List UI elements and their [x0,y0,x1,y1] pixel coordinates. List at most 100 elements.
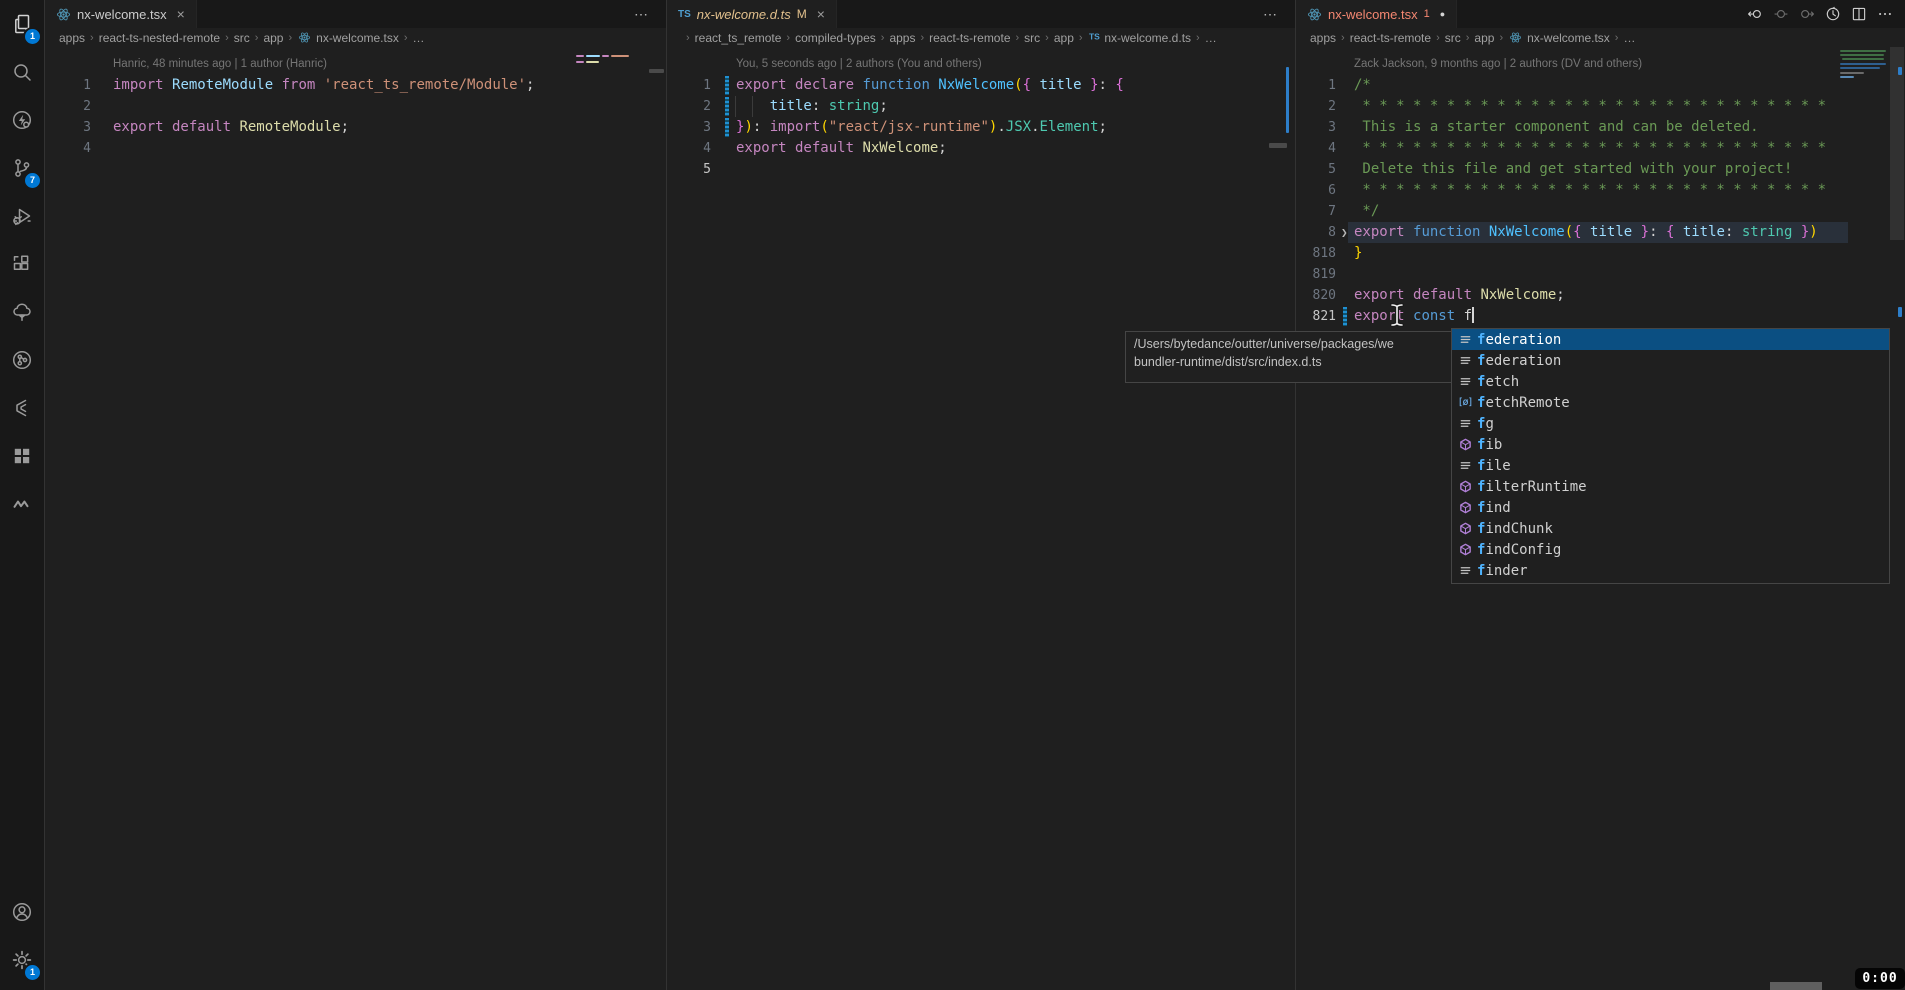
tab-overflow-button[interactable]: ⋯ [1245,6,1296,23]
code-line[interactable]: 5 [667,159,1296,180]
suggestion-item[interactable]: federation [1452,329,1889,350]
code-line[interactable]: 4 [45,138,667,159]
activity-item-extensions[interactable] [0,240,44,288]
suggestion-text: ile [1485,458,1510,474]
suggestion-item[interactable]: fg [1452,413,1889,434]
token-cmt: This is a starter component and can be d… [1354,119,1759,135]
activity-item-git-graph[interactable] [0,336,44,384]
minimap-segment [649,69,664,73]
breadcrumb-item[interactable]: app [1474,31,1494,45]
code-line[interactable]: 2 [45,96,667,117]
activity-item-zigzag-extension[interactable] [0,480,44,528]
git-blame-lens[interactable]: Zack Jackson, 9 months ago | 2 authors (… [1296,54,1905,75]
breadcrumb-item[interactable]: … [1623,31,1635,45]
close-icon[interactable]: × [817,6,825,22]
symbol-text-icon [1456,417,1474,430]
tab-bar: TSnx-welcome.d.tsM× ⋯ [667,0,1296,28]
activity-item-hexagon-extension[interactable] [0,384,44,432]
activity-item-thunder-client[interactable] [0,96,44,144]
breadcrumb-item[interactable]: react_ts_remote [695,31,782,45]
code-line[interactable]: 1import RemoteModule from 'react_ts_remo… [45,75,667,96]
breadcrumb-item[interactable]: … [1205,31,1217,45]
suggestion-item[interactable]: file [1452,455,1889,476]
timeline-icon[interactable] [1823,5,1842,24]
next-change-icon[interactable] [1797,5,1816,24]
breadcrumb-item[interactable]: apps [1310,31,1336,45]
suggestion-item[interactable]: fetch [1452,371,1889,392]
activity-item-source-control[interactable]: 7 [0,144,44,192]
suggestion-item[interactable]: [ø]fetchRemote [1452,392,1889,413]
prev-change-icon[interactable] [1745,5,1764,24]
breadcrumb-item[interactable]: TSnx-welcome.d.ts [1088,31,1191,45]
breadcrumb-item[interactable]: nx-welcome.tsx [297,30,399,45]
breadcrumb-item[interactable]: react-ts-nested-remote [99,31,220,45]
suggestion-item[interactable]: federation [1452,350,1889,371]
code-text: export declare function NxWelcome({ titl… [736,75,1124,96]
code-line[interactable]: 1export declare function NxWelcome({ tit… [667,75,1296,96]
code-line[interactable]: 818} [1296,243,1905,264]
breadcrumb-item[interactable]: … [413,31,425,45]
code-line[interactable]: 8❯export function NxWelcome({ title }: {… [1296,222,1905,243]
code-line[interactable]: 3 This is a starter component and can be… [1296,117,1905,138]
editor-toolbar [1745,0,1905,28]
code-line[interactable]: 2 * * * * * * * * * * * * * * * * * * * … [1296,96,1905,117]
breadcrumb-item[interactable]: react-ts-remote [1350,31,1431,45]
code-line[interactable]: 3export default RemoteModule; [45,117,667,138]
activity-item-search[interactable] [0,48,44,96]
activity-item-accounts[interactable] [0,888,44,936]
activity-item-grid-extension[interactable] [0,432,44,480]
token-pun [736,98,770,114]
fold-chevron-icon[interactable]: ❯ [1341,222,1348,243]
compare-changes-icon[interactable] [1771,5,1790,24]
activity-item-run-debug[interactable] [0,192,44,240]
dirty-indicator: ● [1440,9,1445,19]
code-line[interactable]: 4export default NxWelcome; [667,138,1296,159]
suggestion-item[interactable]: fib [1452,434,1889,455]
breadcrumb-label: react-ts-remote [929,31,1010,45]
suggestion-item[interactable]: findConfig [1452,539,1889,560]
code-line[interactable]: 5 Delete this file and get started with … [1296,159,1905,180]
suggestion-item[interactable]: findChunk [1452,518,1889,539]
suggestion-item[interactable]: filterRuntime [1452,476,1889,497]
scrollbar-thumb[interactable] [1890,47,1904,240]
breadcrumb-item[interactable]: apps [59,31,85,45]
code-line[interactable]: 4 * * * * * * * * * * * * * * * * * * * … [1296,138,1905,159]
close-icon[interactable]: × [177,6,185,22]
suggestion-item[interactable]: finder [1452,560,1889,581]
activity-item-settings[interactable]: 1 [0,936,44,984]
suggestion-item[interactable]: find [1452,497,1889,518]
code-line[interactable]: 820export default NxWelcome; [1296,285,1905,306]
breadcrumb-item[interactable]: src [1024,31,1040,45]
tab-nx-welcome.tsx[interactable]: nx-welcome.tsx1● [1296,0,1457,28]
breadcrumb-item[interactable]: react-ts-remote [929,31,1010,45]
tab-nx-welcome.d.ts[interactable]: TSnx-welcome.d.tsM× [667,0,837,28]
git-blame-lens[interactable]: Hanric, 48 minutes ago | 1 author (Hanri… [45,54,667,75]
git-blame-lens[interactable]: You, 5 seconds ago | 2 authors (You and … [667,54,1296,75]
breadcrumb-item[interactable]: compiled-types [795,31,876,45]
suggest-widget: federationfederationfetch[ø]fetchRemotef… [1451,328,1890,584]
code-line[interactable]: 819 [1296,264,1905,285]
tab-nx-welcome.tsx[interactable]: nx-welcome.tsx× [45,0,197,28]
breadcrumb-item[interactable]: nx-welcome.tsx [1508,30,1610,45]
code-line[interactable]: 6 * * * * * * * * * * * * * * * * * * * … [1296,180,1905,201]
code-line[interactable]: 2 title: string; [667,96,1296,117]
line-number: 3 [45,117,91,138]
activity-item-explorer[interactable]: 1 [0,0,44,48]
breadcrumb-item[interactable]: src [234,31,250,45]
breadcrumb-item[interactable]: app [1054,31,1074,45]
tab-overflow-button[interactable]: ⋯ [616,6,667,23]
code-line[interactable]: 7 */ [1296,201,1905,222]
split-editor-icon[interactable] [1849,5,1868,24]
activity-item-tree[interactable] [0,288,44,336]
breadcrumb-item[interactable]: apps [889,31,915,45]
token-cmt: * * * * * * * * * * * * * * * * * * * * … [1354,182,1826,198]
chevron-icon: › [1079,32,1083,44]
breadcrumb-label: … [1623,31,1635,45]
token-b1: ( [1565,224,1573,240]
more-actions-icon[interactable] [1875,5,1894,24]
code-line[interactable]: 1/* [1296,75,1905,96]
breadcrumb-item[interactable]: app [263,31,283,45]
code-line[interactable]: 3}): import("react/jsx-runtime").JSX.Ele… [667,117,1296,138]
breadcrumb-item[interactable]: src [1445,31,1461,45]
code-line[interactable]: 821export const f [1296,306,1905,327]
